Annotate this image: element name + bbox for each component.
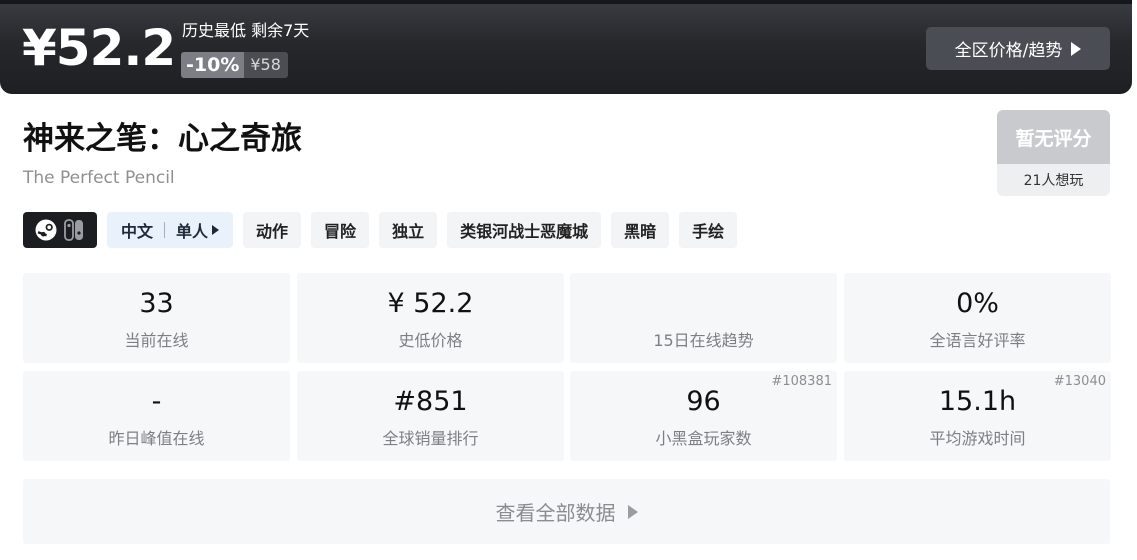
stat-value: 15.1h — [938, 386, 1017, 417]
rating-box[interactable]: 暂无评分 21人想玩 — [997, 110, 1110, 196]
tag-adventure[interactable]: 冒险 — [311, 212, 370, 248]
language-label: 中文 — [121, 222, 154, 241]
stat-lowest-price[interactable]: ¥ 52.2 史低价格 — [297, 273, 564, 363]
stat-value: - — [151, 386, 162, 417]
stat-label: 当前在线 — [124, 331, 189, 350]
stat-current-online[interactable]: 33 当前在线 — [23, 273, 290, 363]
region-price-trend-button[interactable]: 全区价格/趋势 — [926, 27, 1110, 70]
language-mode-tag[interactable]: 中文 单人 — [107, 212, 234, 248]
triangle-right-icon — [627, 504, 638, 519]
current-price: ¥52.2 — [22, 19, 176, 77]
stat-online-trend[interactable]: 15日在线趋势 — [570, 273, 837, 363]
stat-label: 全语言好评率 — [929, 331, 1026, 350]
stat-positive-rate[interactable]: 0% 全语言好评率 — [844, 273, 1111, 363]
tag-action[interactable]: 动作 — [243, 212, 302, 248]
tag-indie[interactable]: 独立 — [379, 212, 438, 248]
lowest-price-note: 历史最低 剩余7天 — [182, 21, 310, 40]
discount-group: -10% ¥58 — [181, 52, 288, 78]
stat-value: ¥ 52.2 — [387, 288, 474, 319]
price-banner: ¥52.2 历史最低 剩余7天 -10% ¥58 全区价格/趋势 — [0, 0, 1132, 94]
stat-value: 0% — [956, 288, 999, 319]
view-all-label: 查看全部数据 — [495, 501, 616, 525]
stat-average-playtime[interactable]: #13040 15.1h 平均游戏时间 — [844, 371, 1111, 461]
triangle-right-icon — [212, 225, 220, 235]
view-all-data-button[interactable]: 查看全部数据 — [23, 479, 1110, 544]
region-price-trend-label: 全区价格/趋势 — [954, 41, 1063, 61]
switch-icon — [64, 219, 83, 241]
tag-dark[interactable]: 黑暗 — [611, 212, 670, 248]
stat-heybox-players[interactable]: #108381 96 小黑盒玩家数 — [570, 371, 837, 461]
discount-badge: -10% — [181, 52, 245, 78]
tag-hand-drawn[interactable]: 手绘 — [679, 212, 738, 248]
stat-value: 33 — [139, 288, 174, 319]
tag-divider — [164, 222, 166, 238]
banner-top-edge — [0, 0, 1132, 4]
tag-row: 中文 单人 动作 冒险 独立 类银河战士恶魔城 黑暗 手绘 — [23, 212, 738, 248]
original-price: ¥58 — [244, 52, 288, 78]
player-mode-label: 单人 — [176, 222, 209, 241]
wishlist-count: 21人想玩 — [997, 164, 1110, 196]
stat-label: 全球销量排行 — [382, 429, 479, 448]
stat-label: 史低价格 — [398, 331, 463, 350]
tag-metroidvania[interactable]: 类银河战士恶魔城 — [447, 212, 602, 248]
rating-score: 暂无评分 — [997, 110, 1110, 164]
platform-tag[interactable] — [23, 212, 97, 248]
stat-global-sales-rank[interactable]: #851 全球销量排行 — [297, 371, 564, 461]
stat-label: 平均游戏时间 — [929, 429, 1026, 448]
stat-label: 15日在线趋势 — [653, 331, 754, 350]
steam-icon — [35, 219, 57, 241]
triangle-right-icon — [1071, 41, 1082, 56]
stat-label: 小黑盒玩家数 — [655, 429, 752, 448]
stat-value: #851 — [393, 386, 468, 417]
game-subtitle-english: The Perfect Pencil — [23, 168, 175, 188]
game-title: 神来之笔：心之奇旅 — [23, 121, 302, 157]
stat-value: 96 — [686, 386, 721, 417]
stat-label: 昨日峰值在线 — [108, 429, 205, 448]
stat-yesterday-peak[interactable]: - 昨日峰值在线 — [23, 371, 290, 461]
